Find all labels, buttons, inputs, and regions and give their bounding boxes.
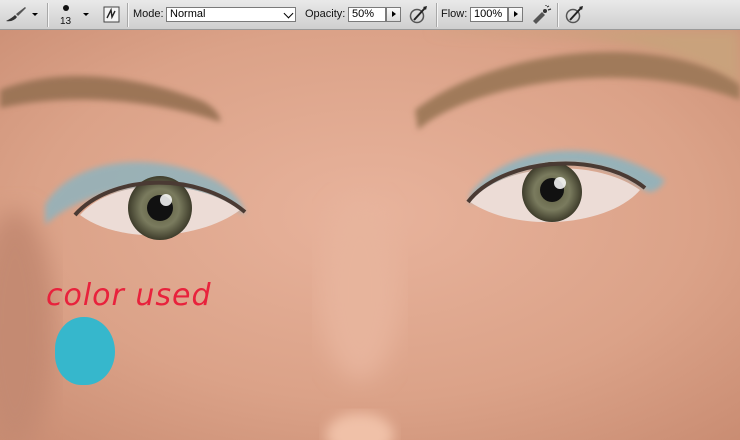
mode-select[interactable]: Normal bbox=[166, 7, 296, 22]
opacity-label: Opacity: bbox=[305, 8, 346, 20]
opacity-slider-button[interactable] bbox=[386, 7, 401, 22]
size-pressure-icon[interactable] bbox=[564, 5, 586, 25]
tool-preset-chevron-down-icon[interactable] bbox=[32, 13, 38, 16]
flow-slider-button[interactable] bbox=[508, 7, 523, 22]
brush-picker-chevron-down-icon[interactable] bbox=[83, 13, 89, 16]
flow-label: Flow: bbox=[441, 8, 468, 20]
divider bbox=[436, 3, 437, 27]
face-photo bbox=[0, 30, 740, 440]
right-catchlight bbox=[554, 177, 566, 189]
opacity-input[interactable]: 50% bbox=[348, 7, 386, 22]
annotation-text: color used bbox=[46, 278, 212, 313]
airbrush-icon[interactable] bbox=[530, 5, 552, 25]
brush-tip-icon[interactable] bbox=[63, 5, 69, 11]
color-swatch bbox=[55, 317, 115, 385]
brush-size-value: 13 bbox=[60, 16, 72, 27]
nose-highlight bbox=[320, 200, 400, 380]
divider bbox=[127, 3, 128, 27]
left-catchlight bbox=[160, 194, 172, 206]
mode-label: Mode: bbox=[133, 8, 164, 20]
options-bar: 13 Mode: Normal Opacity: 50% Flow: 100% bbox=[0, 0, 740, 30]
document-canvas[interactable]: color used bbox=[0, 30, 740, 440]
opacity-pressure-icon[interactable] bbox=[408, 5, 430, 25]
brush-panel-icon[interactable] bbox=[103, 6, 120, 23]
mode-chevron-down-icon bbox=[283, 8, 294, 19]
brush-tool-icon[interactable] bbox=[4, 5, 30, 25]
divider bbox=[557, 3, 558, 27]
mode-select-value: Normal bbox=[170, 8, 206, 20]
flow-input[interactable]: 100% bbox=[470, 7, 508, 22]
divider bbox=[47, 3, 48, 27]
